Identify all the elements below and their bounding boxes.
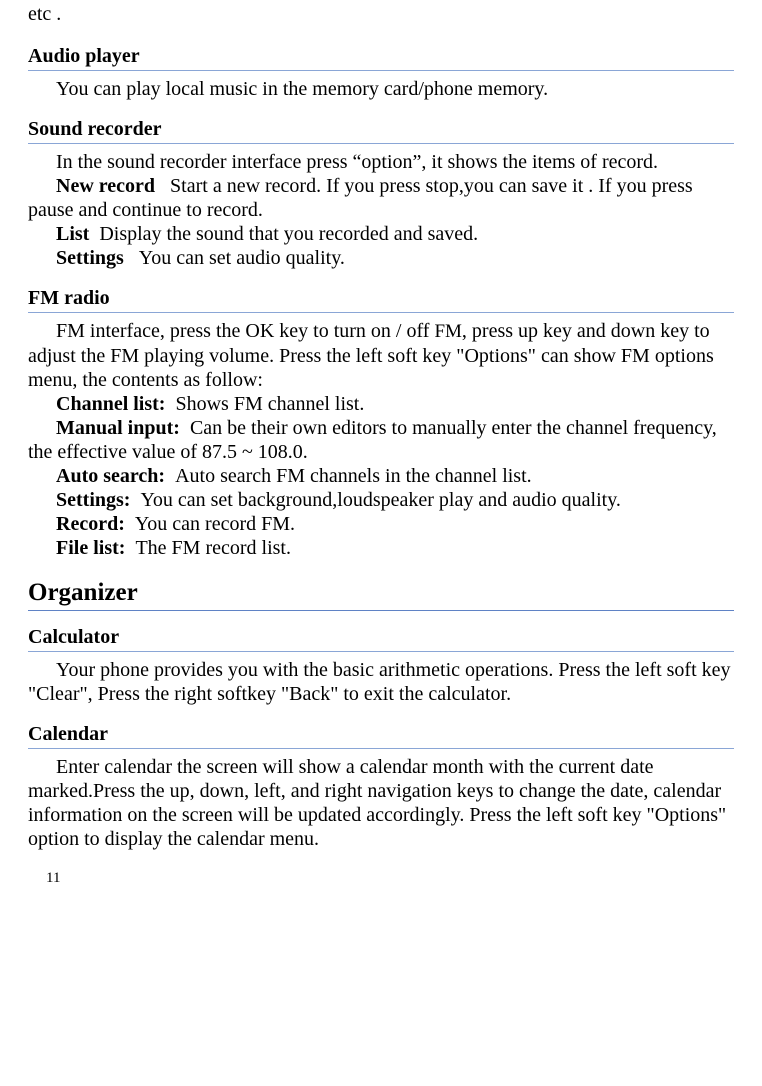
heading-fm-radio: FM radio	[28, 286, 734, 313]
text-file-list: The FM record list.	[125, 537, 291, 559]
fm-intro: FM interface, press the OK key to turn o…	[28, 319, 734, 392]
orphan-line: etc .	[28, 2, 734, 26]
para-sound-recorder: In the sound recorder interface press “o…	[28, 150, 734, 270]
fm-intro-part1: FM interface, press the OK key to turn o…	[56, 320, 434, 342]
text-list: Display the sound that you recorded and …	[89, 223, 478, 245]
fm-record: Record: You can record FM.	[28, 512, 734, 536]
label-new-record: New record	[56, 175, 155, 197]
text-record: You can record FM.	[125, 513, 295, 535]
label-fm-settings: Settings:	[56, 489, 130, 511]
para-calendar: Enter calendar the screen will show a ca…	[28, 755, 734, 851]
heading-calendar: Calendar	[28, 722, 734, 749]
label-auto-search: Auto search:	[56, 465, 165, 487]
text-auto-search: Auto search FM channels in the channel l…	[165, 465, 532, 487]
heading-organizer: Organizer	[28, 578, 734, 611]
label-file-list: File list:	[56, 537, 125, 559]
heading-sound-recorder: Sound recorder	[28, 117, 734, 144]
heading-audio-player: Audio player	[28, 44, 734, 71]
sound-recorder-intro: In the sound recorder interface press “o…	[28, 150, 734, 174]
label-record: Record:	[56, 513, 125, 535]
fm-manual-input: Manual input: Can be their own editors t…	[28, 416, 734, 464]
sound-recorder-settings: Settings You can set audio quality.	[28, 246, 734, 270]
label-manual-input: Manual input:	[56, 417, 180, 439]
text-channel-list: Shows FM channel list.	[165, 393, 364, 415]
fm-file-list: File list: The FM record list.	[28, 536, 734, 560]
para-audio-player: You can play local music in the memory c…	[28, 77, 734, 101]
fm-settings: Settings: You can set background,loudspe…	[28, 488, 734, 512]
fm-intro-fm: FM	[434, 321, 461, 342]
label-settings: Settings	[56, 247, 124, 269]
label-list: List	[56, 223, 89, 245]
sound-recorder-new-record: New record Start a new record. If you pr…	[28, 174, 734, 222]
para-calculator: Your phone provides you with the basic a…	[28, 658, 734, 706]
fm-channel-list: Channel list: Shows FM channel list.	[28, 392, 734, 416]
label-channel-list: Channel list:	[56, 393, 165, 415]
fm-auto-search: Auto search: Auto search FM channels in …	[28, 464, 734, 488]
para-fm-radio: FM interface, press the OK key to turn o…	[28, 319, 734, 560]
text-settings: You can set audio quality.	[124, 247, 345, 269]
page-number: 11	[46, 869, 734, 887]
document-page: etc . Audio player You can play local mu…	[28, 0, 734, 887]
text-fm-settings: You can set background,loudspeaker play …	[130, 489, 620, 511]
sound-recorder-list: List Display the sound that you recorded…	[28, 222, 734, 246]
heading-calculator: Calculator	[28, 625, 734, 652]
